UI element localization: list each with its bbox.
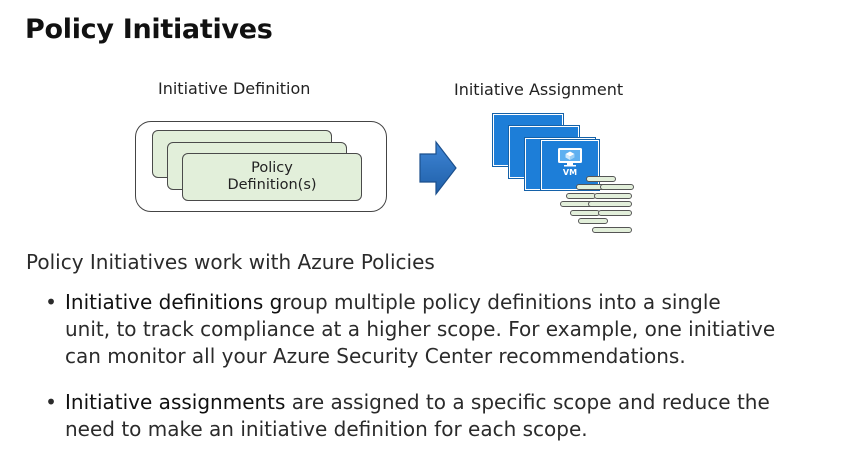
bullet-line-rest: are assigned to a specific scope and red…: [285, 390, 770, 414]
bullet-line: can monitor all your Azure Security Cent…: [65, 344, 686, 368]
policy-card-front: Policy Definition(s): [182, 153, 362, 201]
scope-layer: [566, 193, 596, 199]
scope-layer: [586, 176, 616, 182]
bullet-line: unit, to track compliance at a higher sc…: [65, 317, 776, 341]
vm-monitor-icon: [558, 148, 582, 167]
scope-layer: [594, 193, 632, 199]
scope-layer: [578, 218, 608, 224]
slide: Policy Initiatives Initiative Definition…: [0, 0, 856, 452]
scope-layer: [588, 201, 632, 207]
bullet-glyph: •: [45, 390, 57, 414]
bullet-text: Initiative definitions group multiple po…: [65, 289, 855, 370]
initiative-definition-label: Initiative Definition: [158, 79, 311, 98]
bullet-line-rest: roup multiple policy definitions into a …: [282, 290, 721, 314]
bullet-term: Initiative assignments: [65, 390, 286, 414]
bullet-term: Initiative definitions g: [65, 290, 283, 314]
scope-layer: [570, 210, 600, 216]
scope-layer: [600, 184, 634, 190]
bullet-line: Initiative definitions group multiple po…: [65, 289, 855, 316]
slide-title: Policy Initiatives: [25, 14, 273, 45]
bullet-glyph: •: [45, 290, 57, 314]
initiative-assignment-label: Initiative Assignment: [454, 80, 624, 99]
bullet-line: need to make an initiative definition fo…: [65, 417, 588, 441]
policy-card-line-2: Definition(s): [227, 177, 317, 193]
vm-badge-text: VM: [562, 168, 578, 177]
policy-card-line-1: Policy: [251, 160, 293, 176]
vm-panel-front: VM: [541, 140, 599, 190]
bullet-line: Initiative assignments are assigned to a…: [65, 389, 855, 416]
right-arrow-icon: [419, 140, 457, 196]
scope-layer: [592, 227, 632, 233]
scope-layer: [598, 210, 632, 216]
bullet-text: Initiative assignments are assigned to a…: [65, 389, 855, 443]
lead-sentence: Policy Initiatives work with Azure Polic…: [26, 250, 435, 274]
